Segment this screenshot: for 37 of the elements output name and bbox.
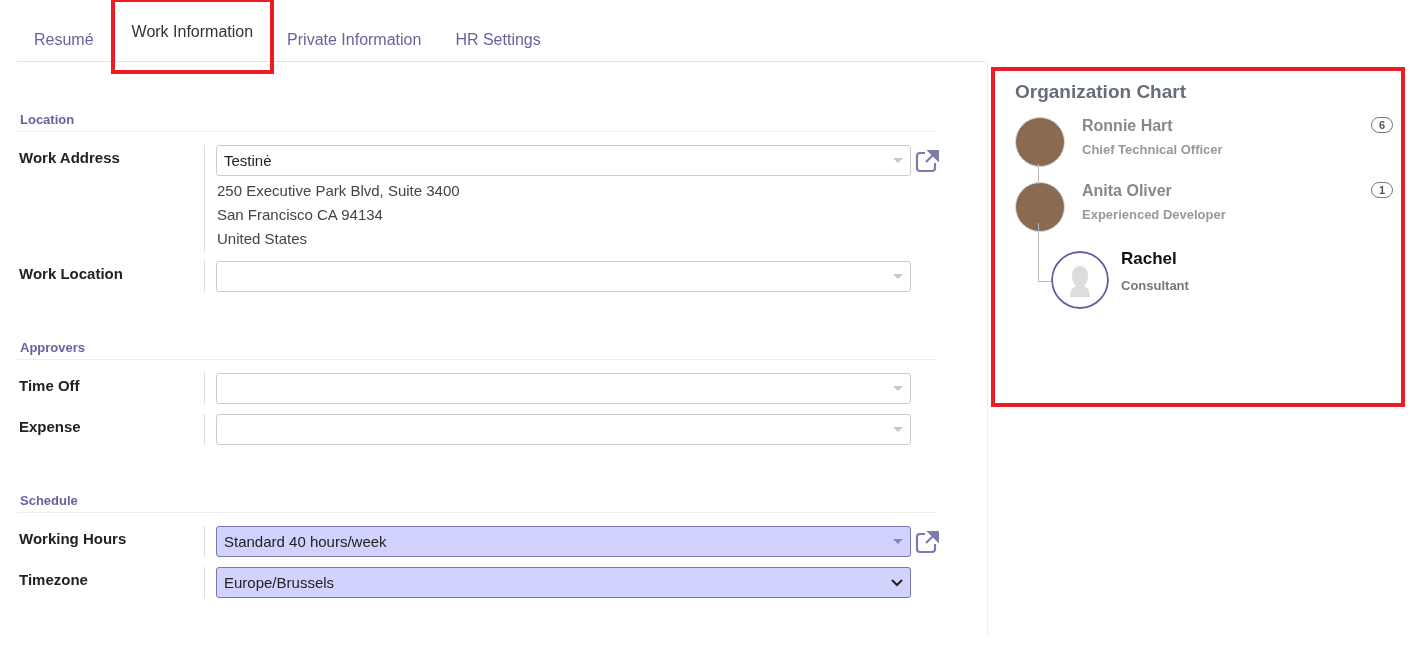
address-line: United States [216, 229, 309, 249]
caret-icon [893, 158, 903, 163]
caret-icon [893, 539, 903, 544]
dropdown-field[interactable] [216, 414, 911, 445]
address-line: 250 Executive Park Blvd, Suite 3400 [216, 181, 461, 201]
caret-icon [893, 427, 903, 432]
panel-title: Organization Chart [1015, 81, 1187, 103]
tab[interactable]: Resumé [17, 30, 111, 61]
field-label: Timezone [17, 567, 205, 598]
tab[interactable]: HR Settings [438, 30, 558, 61]
person-name[interactable]: Rachel [1121, 249, 1393, 269]
caret-icon [893, 274, 903, 279]
job-title: Chief Technical Officer [1082, 142, 1224, 157]
dropdown-field[interactable]: Testinė [216, 145, 911, 176]
dropdown-field[interactable] [216, 261, 911, 292]
dropdown-field[interactable] [216, 373, 911, 404]
person-name[interactable]: Anita Oliver [1082, 182, 1371, 200]
section-heading: Approvers [17, 340, 937, 360]
field-label: Work Address [17, 145, 205, 251]
section-heading: Location [17, 112, 937, 132]
chevron-icon [891, 578, 903, 587]
field-label: Time Off [17, 373, 205, 404]
field-label: Working Hours [17, 526, 205, 557]
connector-line [1038, 223, 1051, 282]
person-name[interactable]: Ronnie Hart [1082, 117, 1371, 135]
job-title: Experienced Developer [1082, 207, 1227, 222]
external-link-icon[interactable] [915, 148, 939, 173]
section-heading: Schedule [17, 493, 937, 513]
address-line: San Francisco CA 94134 [216, 205, 384, 225]
dropdown-field[interactable]: Standard 40 hours/week [216, 526, 911, 557]
job-title: Consultant [1121, 278, 1190, 293]
field-label: Work Location [17, 261, 205, 292]
field-label: Expense [17, 414, 205, 445]
tab[interactable]: Private Information [270, 30, 439, 61]
dropdown-field[interactable]: Europe/Brussels [216, 567, 911, 598]
external-link-icon[interactable] [915, 529, 939, 554]
caret-icon [893, 386, 903, 391]
